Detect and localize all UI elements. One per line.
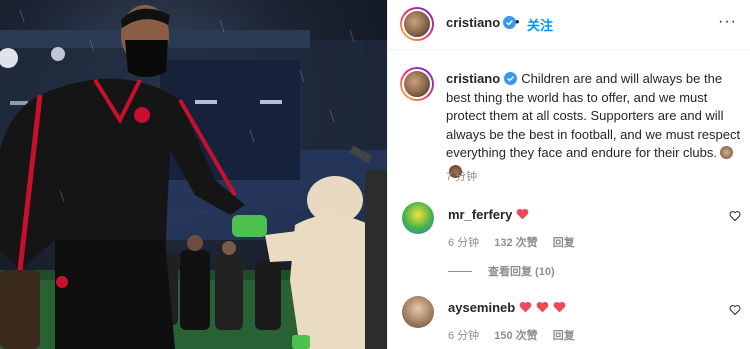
post-photo[interactable] <box>0 0 387 349</box>
comment-meta: 6 分钟 150 次赞 回复 <box>448 327 587 343</box>
author-avatar[interactable] <box>400 7 434 41</box>
caption-username[interactable]: cristiano <box>446 71 500 86</box>
comment-likes-count[interactable]: 150 次赞 <box>494 330 537 342</box>
post-photo-illustration <box>0 5 387 349</box>
red-heart-emoji-icon <box>516 208 529 220</box>
comment-like-heart-icon[interactable] <box>729 304 741 316</box>
comment-username[interactable]: mr_ferfery <box>448 207 529 222</box>
author-username-text[interactable]: cristiano <box>446 15 500 30</box>
view-replies-button[interactable]: 查看回复 (10) <box>448 263 555 279</box>
comment-reply-button[interactable]: 回复 <box>553 330 575 342</box>
red-heart-emoji-icon <box>553 301 566 313</box>
red-heart-emoji-icon <box>519 301 532 313</box>
post-side-panel: cristiano • 关注 ··· cristiano Children are… <box>387 0 750 349</box>
praying-hands-emoji-icon <box>720 146 733 160</box>
red-heart-emoji-icon <box>536 301 549 313</box>
commenter-avatar[interactable] <box>402 202 434 234</box>
post-header: cristiano • 关注 ··· <box>388 0 750 50</box>
comment-time[interactable]: 6 分钟 <box>448 330 479 342</box>
comment-like-heart-icon[interactable] <box>729 210 741 222</box>
verified-badge-icon <box>504 72 518 85</box>
comment-reply-button[interactable]: 回复 <box>553 237 575 249</box>
comment-time[interactable]: 6 分钟 <box>448 237 479 249</box>
header-separator-dot: • <box>515 14 520 29</box>
caption-author-avatar[interactable] <box>400 67 434 101</box>
comment-meta: 6 分钟 132 次赞 回复 <box>448 234 587 250</box>
caption-text-block: cristiano Children are and will always be… <box>446 70 742 182</box>
comment-username-text[interactable]: aysemineb <box>448 300 515 315</box>
more-options-icon[interactable]: ··· <box>718 13 737 31</box>
comment-likes-count[interactable]: 132 次赞 <box>494 237 537 249</box>
follow-button[interactable]: 关注 <box>527 15 553 34</box>
view-replies-label[interactable]: 查看回复 (10) <box>488 266 555 278</box>
comment-username[interactable]: aysemineb <box>448 300 566 315</box>
view-replies-line <box>448 271 472 272</box>
commenter-avatar[interactable] <box>402 296 434 328</box>
comment-username-text[interactable]: mr_ferfery <box>448 207 512 222</box>
caption-timestamp[interactable]: 7 分钟 <box>446 168 477 184</box>
author-username[interactable]: cristiano <box>446 15 517 30</box>
